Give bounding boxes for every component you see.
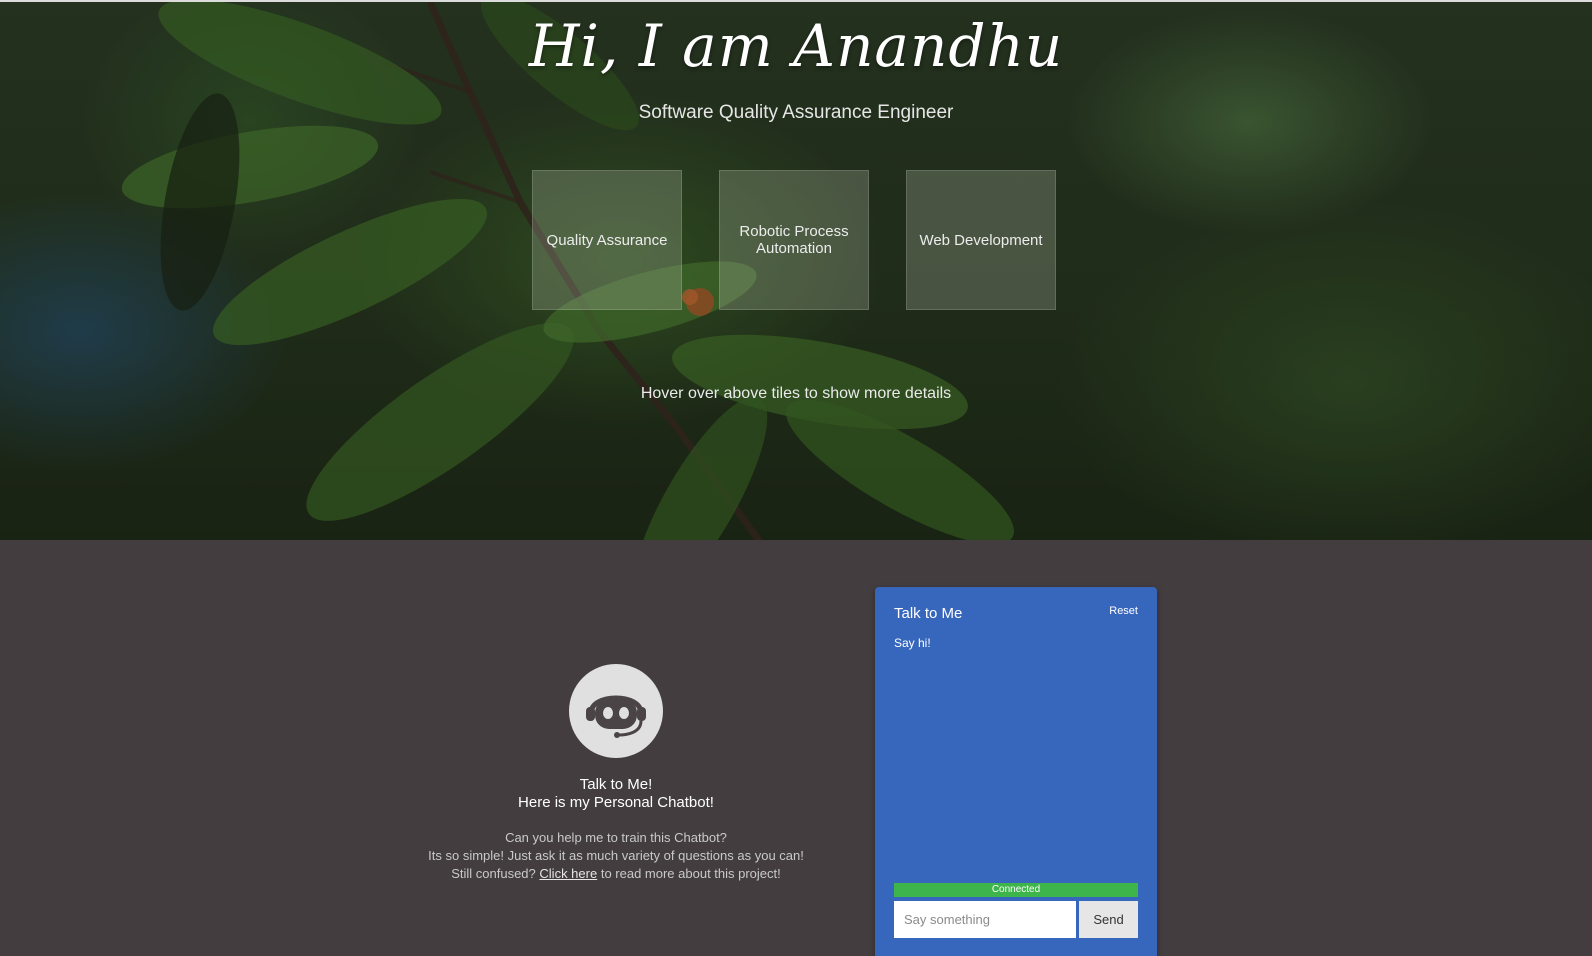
hero-section: Hi, I am Anandhu Software Quality Assura…	[0, 0, 1592, 540]
intro-description-2: Its so simple! Just ask it as much varie…	[428, 848, 804, 863]
skill-tiles: Quality Assurance Robotic Process Automa…	[532, 170, 1056, 310]
intro-description-3-suffix: to read more about this project!	[600, 866, 781, 881]
intro-subheading: Here is my Personal Chatbot!	[518, 794, 714, 811]
intro-description-3-prefix: Still confused?	[451, 866, 536, 881]
page-subtitle: Software Quality Assurance Engineer	[638, 102, 954, 123]
intro-description-1: Can you help me to train this Chatbot?	[505, 830, 727, 845]
tile-robotic-process-automation[interactable]: Robotic Process Automation	[719, 170, 869, 310]
tile-web-development[interactable]: Web Development	[906, 170, 1056, 310]
chat-title: Talk to Me	[894, 605, 963, 622]
chat-panel: Talk to Me Reset Say hi! Connected Send	[875, 587, 1157, 956]
intro-heading: Talk to Me!	[579, 776, 653, 793]
page-title: Hi, I am Anandhu	[528, 12, 1064, 80]
avatar	[569, 664, 663, 758]
chatbot-section: Talk to Me! Here is my Personal Chatbot!…	[0, 540, 1592, 956]
reset-button[interactable]: Reset	[1109, 605, 1138, 617]
click-here-link[interactable]: Click here	[539, 866, 597, 881]
hover-hint-text: Hover over above tiles to show more deta…	[640, 385, 952, 402]
send-button[interactable]: Send	[1079, 901, 1138, 938]
robot-headset-icon	[586, 695, 646, 738]
intro-description-3: Still confused? Click here to read more …	[360, 865, 872, 883]
tile-quality-assurance[interactable]: Quality Assurance	[532, 170, 682, 310]
chat-message: Say hi!	[894, 636, 931, 650]
chat-input[interactable]	[894, 901, 1076, 938]
status-badge: Connected	[894, 883, 1138, 897]
